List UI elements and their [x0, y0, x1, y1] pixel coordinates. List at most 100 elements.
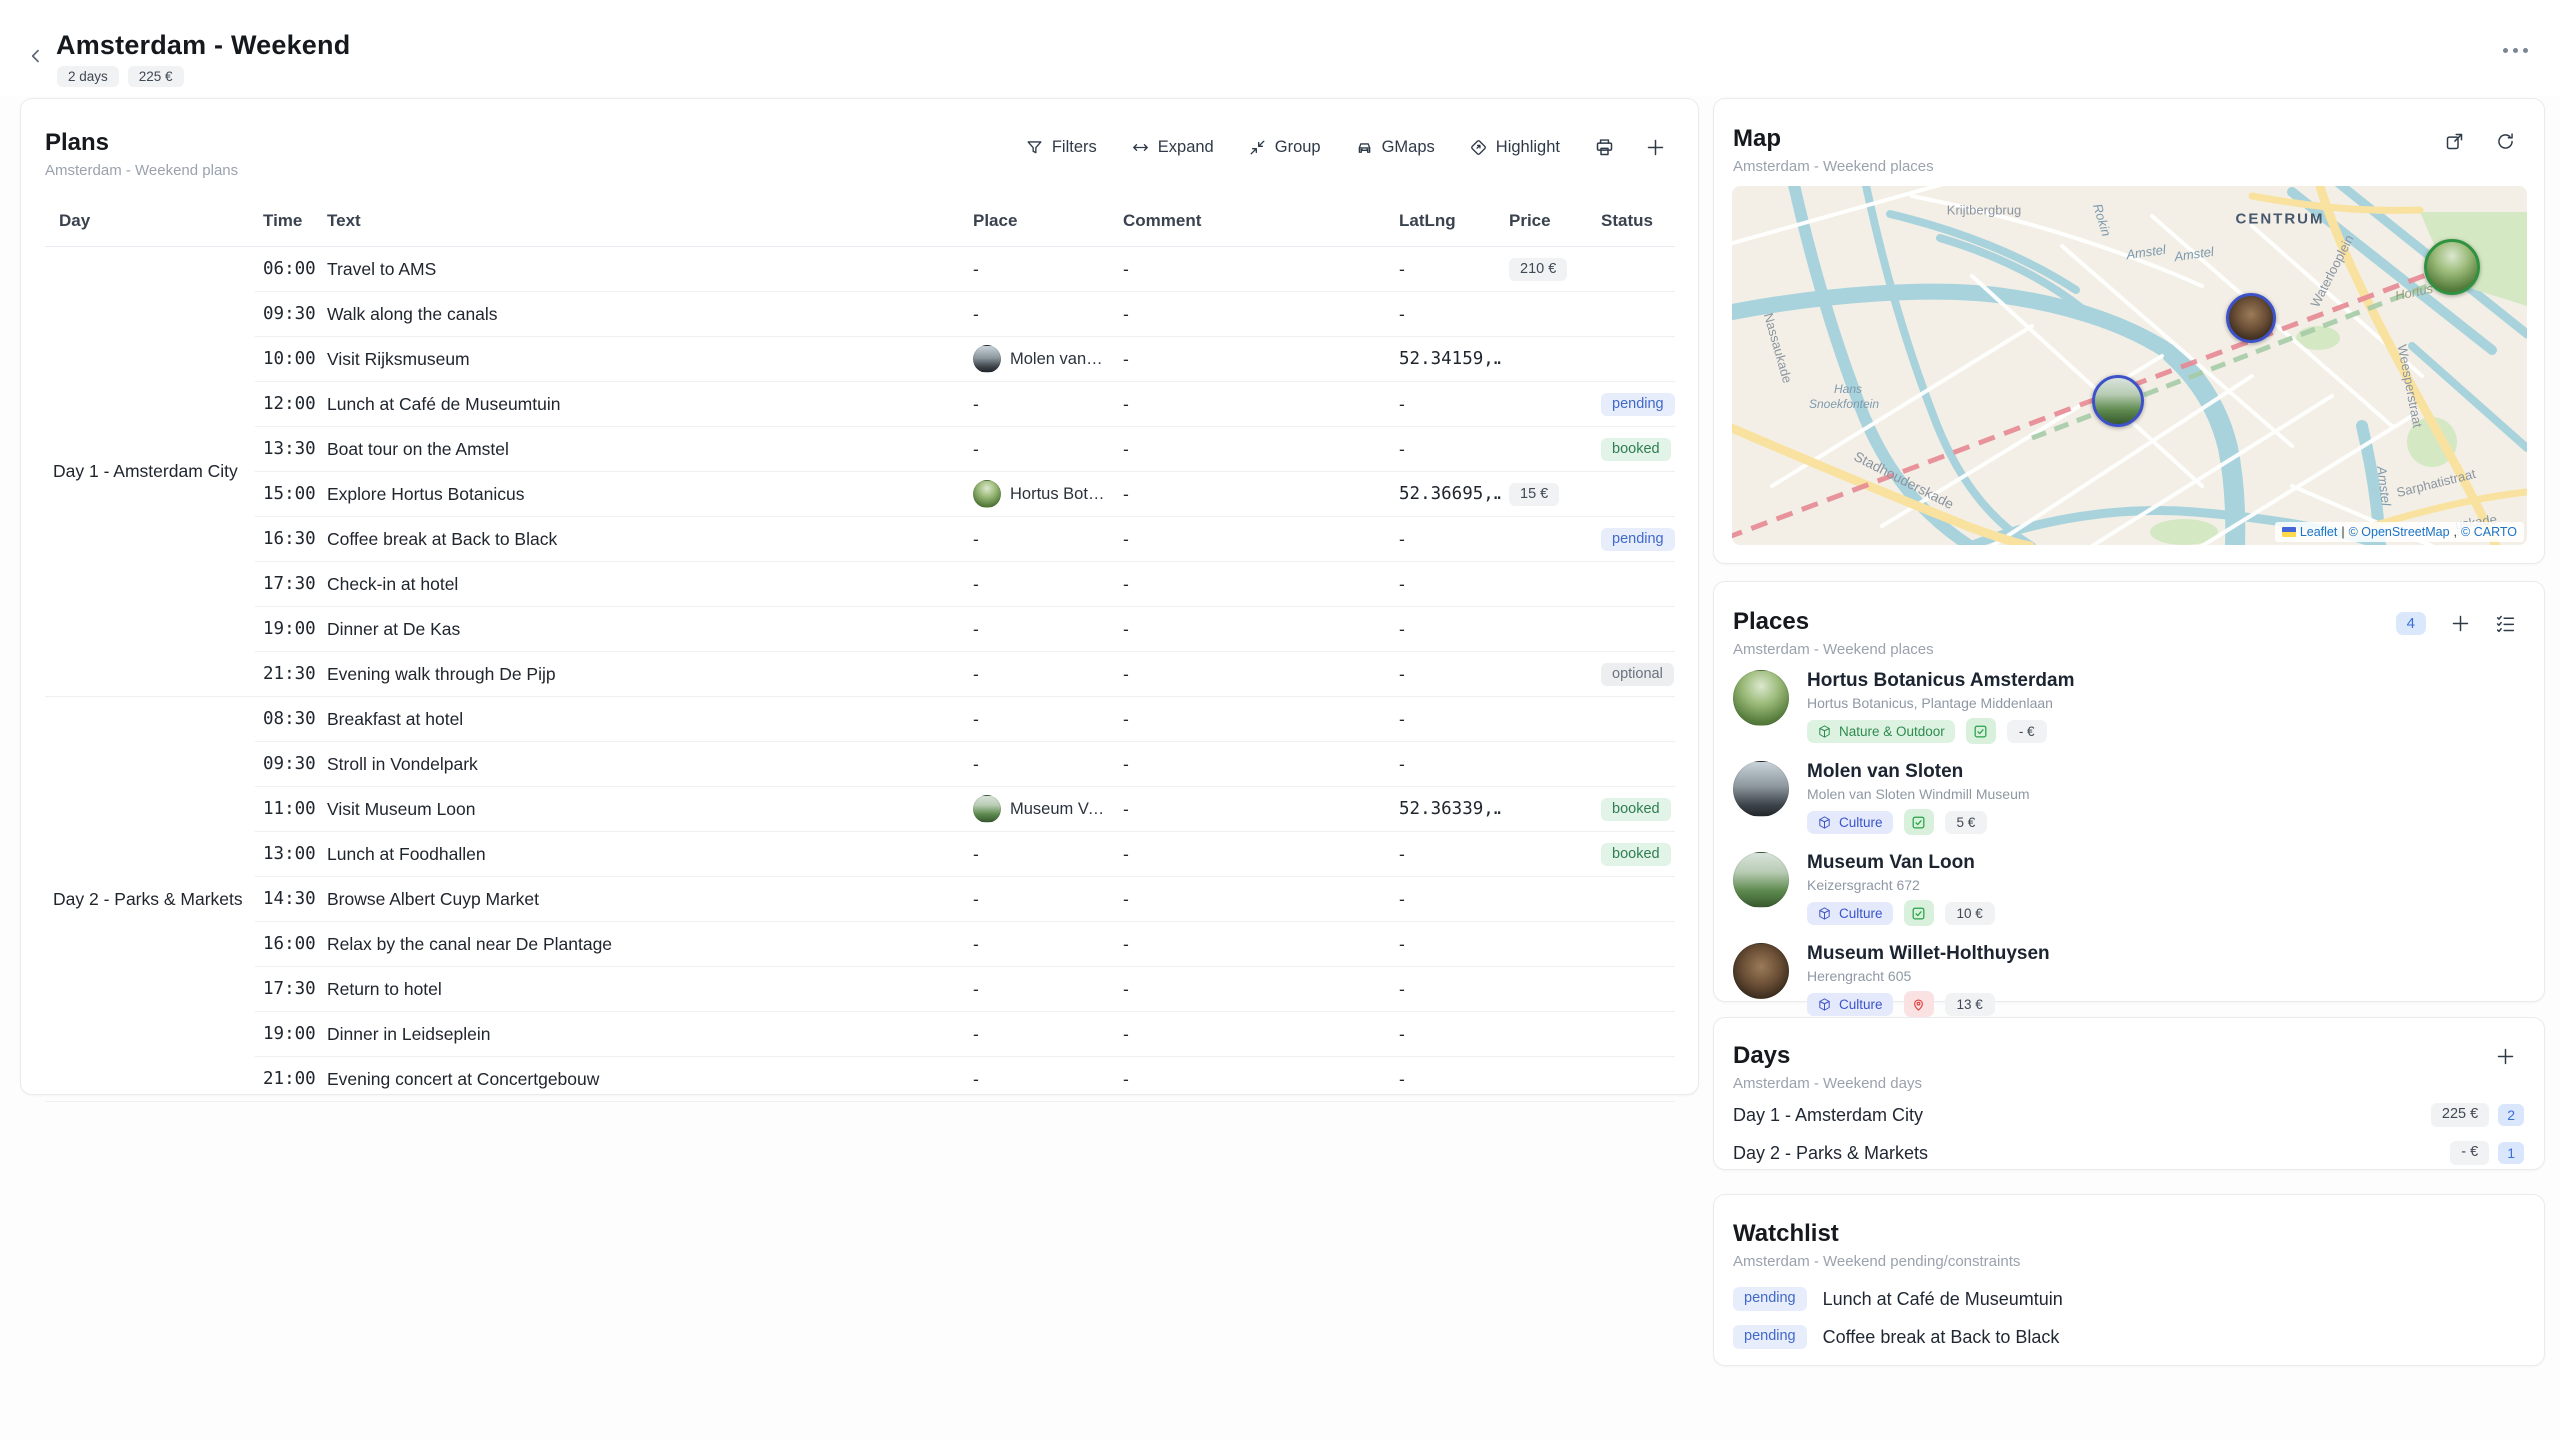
place-list-item[interactable]: Hortus Botanicus AmsterdamHortus Botanic…: [1733, 670, 2524, 744]
plan-latlng: -: [1391, 427, 1501, 472]
plan-text: Lunch at Café de Museumtuin: [319, 382, 965, 427]
toolbar-button-label: Group: [1275, 138, 1321, 157]
day-list-item[interactable]: Day 2 - Parks & Markets- €1: [1733, 1134, 2524, 1172]
plan-row[interactable]: Day 1 - Amsterdam City06:00Travel to AMS…: [45, 247, 1675, 292]
watchlist-item[interactable]: pendingLunch at Café de Museumtuin: [1733, 1280, 2524, 1318]
marker-hortus-botanicus[interactable]: [2424, 239, 2480, 295]
plan-place: -: [965, 967, 1115, 1012]
carto-link[interactable]: © CARTO: [2461, 525, 2517, 539]
toolbar-button-expand[interactable]: Expand: [1131, 138, 1214, 157]
plan-status: [1593, 1057, 1675, 1102]
marker-museum-van-loon[interactable]: [2092, 375, 2144, 427]
toolbar-button-gmaps[interactable]: GMaps: [1355, 138, 1435, 157]
plan-latlng: -: [1391, 877, 1501, 922]
leaflet-link[interactable]: Leaflet: [2300, 525, 2338, 539]
price-badge: 210 €: [1509, 258, 1567, 282]
plan-status: [1593, 697, 1675, 742]
plan-row[interactable]: 13:00Lunch at Foodhallen---booked: [45, 832, 1675, 877]
plan-row[interactable]: 16:00Relax by the canal near De Plantage…: [45, 922, 1675, 967]
plan-row[interactable]: 17:30Check-in at hotel---: [45, 562, 1675, 607]
places-checklist-button[interactable]: [2495, 613, 2516, 634]
plan-time: 11:00: [255, 787, 319, 832]
toolbar-button-highlight[interactable]: Highlight: [1469, 138, 1560, 157]
watchlist-item[interactable]: pendingCoffee break at Back to Black: [1733, 1318, 2524, 1356]
plan-latlng: -: [1391, 247, 1501, 292]
cube-icon: [1817, 906, 1832, 921]
plan-row[interactable]: 15:00Explore Hortus BotanicusHortus Bota…: [45, 472, 1675, 517]
map-refresh-button[interactable]: [2495, 131, 2516, 152]
plan-place: -: [965, 652, 1115, 697]
plan-text: Evening concert at Concertgebouw: [319, 1057, 965, 1102]
plan-row[interactable]: 19:00Dinner at De Kas---: [45, 607, 1675, 652]
plan-row[interactable]: 13:30Boat tour on the Amstel---booked: [45, 427, 1675, 472]
plan-place: Molen van …: [965, 337, 1115, 382]
plan-row[interactable]: 12:00Lunch at Café de Museumtuin---pendi…: [45, 382, 1675, 427]
map-canvas[interactable]: KrijtbergbrugRokinAmstelAmstelCENTRUMWat…: [1732, 186, 2527, 545]
places-heading: Places Amsterdam - Weekend places: [1733, 608, 1934, 658]
add-day-button[interactable]: [2495, 1046, 2516, 1067]
plan-status: [1593, 967, 1675, 1012]
plus-button[interactable]: [1645, 137, 1666, 158]
plan-place: -: [965, 427, 1115, 472]
place-list-item[interactable]: Museum Van LoonKeizersgracht 672Culture1…: [1733, 852, 2524, 926]
plan-time: 09:30: [255, 742, 319, 787]
days-heading: Days Amsterdam - Weekend days: [1733, 1042, 1922, 1092]
map-heading: Map Amsterdam - Weekend places: [1733, 125, 1934, 175]
plan-place: -: [965, 697, 1115, 742]
plan-place: -: [965, 292, 1115, 337]
plan-comment: -: [1115, 832, 1391, 877]
toolbar-button-filters[interactable]: Filters: [1025, 138, 1097, 157]
plan-row[interactable]: 16:30Coffee break at Back to Black---pen…: [45, 517, 1675, 562]
day-list-item[interactable]: Day 1 - Amsterdam City225 €2: [1733, 1096, 2524, 1134]
plan-row[interactable]: 17:30Return to hotel---: [45, 967, 1675, 1012]
plan-latlng: -: [1391, 607, 1501, 652]
place-list-item[interactable]: Museum Willet-HolthuysenHerengracht 605C…: [1733, 943, 2524, 1017]
plan-row[interactable]: 09:30Stroll in Vondelpark---: [45, 742, 1675, 787]
plan-time: 06:00: [255, 247, 319, 292]
map-pin-icon: [1911, 997, 1926, 1012]
plans-panel: Plans Amsterdam - Weekend plans FiltersE…: [20, 98, 1699, 1095]
plan-comment: -: [1115, 562, 1391, 607]
place-name: Molen van …: [1010, 350, 1107, 369]
plan-comment: -: [1115, 877, 1391, 922]
toolbar-button-group[interactable]: Group: [1248, 138, 1321, 157]
map-fullscreen-button[interactable]: [2444, 131, 2465, 152]
plan-row[interactable]: 11:00Visit Museum LoonMuseum Va…-52.3633…: [45, 787, 1675, 832]
plan-status: [1593, 742, 1675, 787]
plan-status: pending: [1593, 517, 1675, 562]
place-address: Hortus Botanicus, Plantage Middenlaan: [1807, 695, 2074, 711]
column-header-latlng: LatLng: [1391, 203, 1501, 247]
marker-museum-willet-holthuysen[interactable]: [2226, 293, 2276, 343]
map-actions: [2444, 131, 2516, 152]
plus-icon: [2450, 613, 2471, 634]
plan-place: Museum Va…: [965, 787, 1115, 832]
plan-comment: -: [1115, 472, 1391, 517]
plan-row[interactable]: 19:00Dinner in Leidseplein---: [45, 1012, 1675, 1057]
add-place-button[interactable]: [2450, 613, 2471, 634]
plan-comment: -: [1115, 382, 1391, 427]
plan-place: -: [965, 1012, 1115, 1057]
plan-price: [1501, 922, 1593, 967]
cube-icon: [1817, 724, 1832, 739]
location-pin-badge: [1904, 991, 1934, 1017]
more-options-button[interactable]: [2503, 48, 2528, 53]
plan-row[interactable]: Day 2 - Parks & Markets08:30Breakfast at…: [45, 697, 1675, 742]
plan-price: [1501, 967, 1593, 1012]
plan-row[interactable]: 10:00Visit RijksmuseumMolen van …-52.341…: [45, 337, 1675, 382]
plan-price: [1501, 652, 1593, 697]
plan-status: [1593, 292, 1675, 337]
place-list-item[interactable]: Molen van SlotenMolen van Sloten Windmil…: [1733, 761, 2524, 835]
place-photo: [973, 345, 1001, 373]
plan-row[interactable]: 21:30Evening walk through De Pijp---opti…: [45, 652, 1675, 697]
printer-button[interactable]: [1594, 137, 1615, 158]
place-chip: Hortus Bota…: [973, 480, 1107, 508]
plan-row[interactable]: 21:00Evening concert at Concertgebouw---: [45, 1057, 1675, 1102]
plan-row[interactable]: 14:30Browse Albert Cuyp Market---: [45, 877, 1675, 922]
plan-comment: -: [1115, 607, 1391, 652]
openstreetmap-link[interactable]: © OpenStreetMap: [2349, 525, 2450, 539]
place-price-badge: 13 €: [1945, 993, 1995, 1016]
place-photo: [1733, 943, 1789, 999]
plan-row[interactable]: 09:30Walk along the canals---: [45, 292, 1675, 337]
back-button[interactable]: [22, 42, 50, 70]
plan-time: 21:00: [255, 1057, 319, 1102]
